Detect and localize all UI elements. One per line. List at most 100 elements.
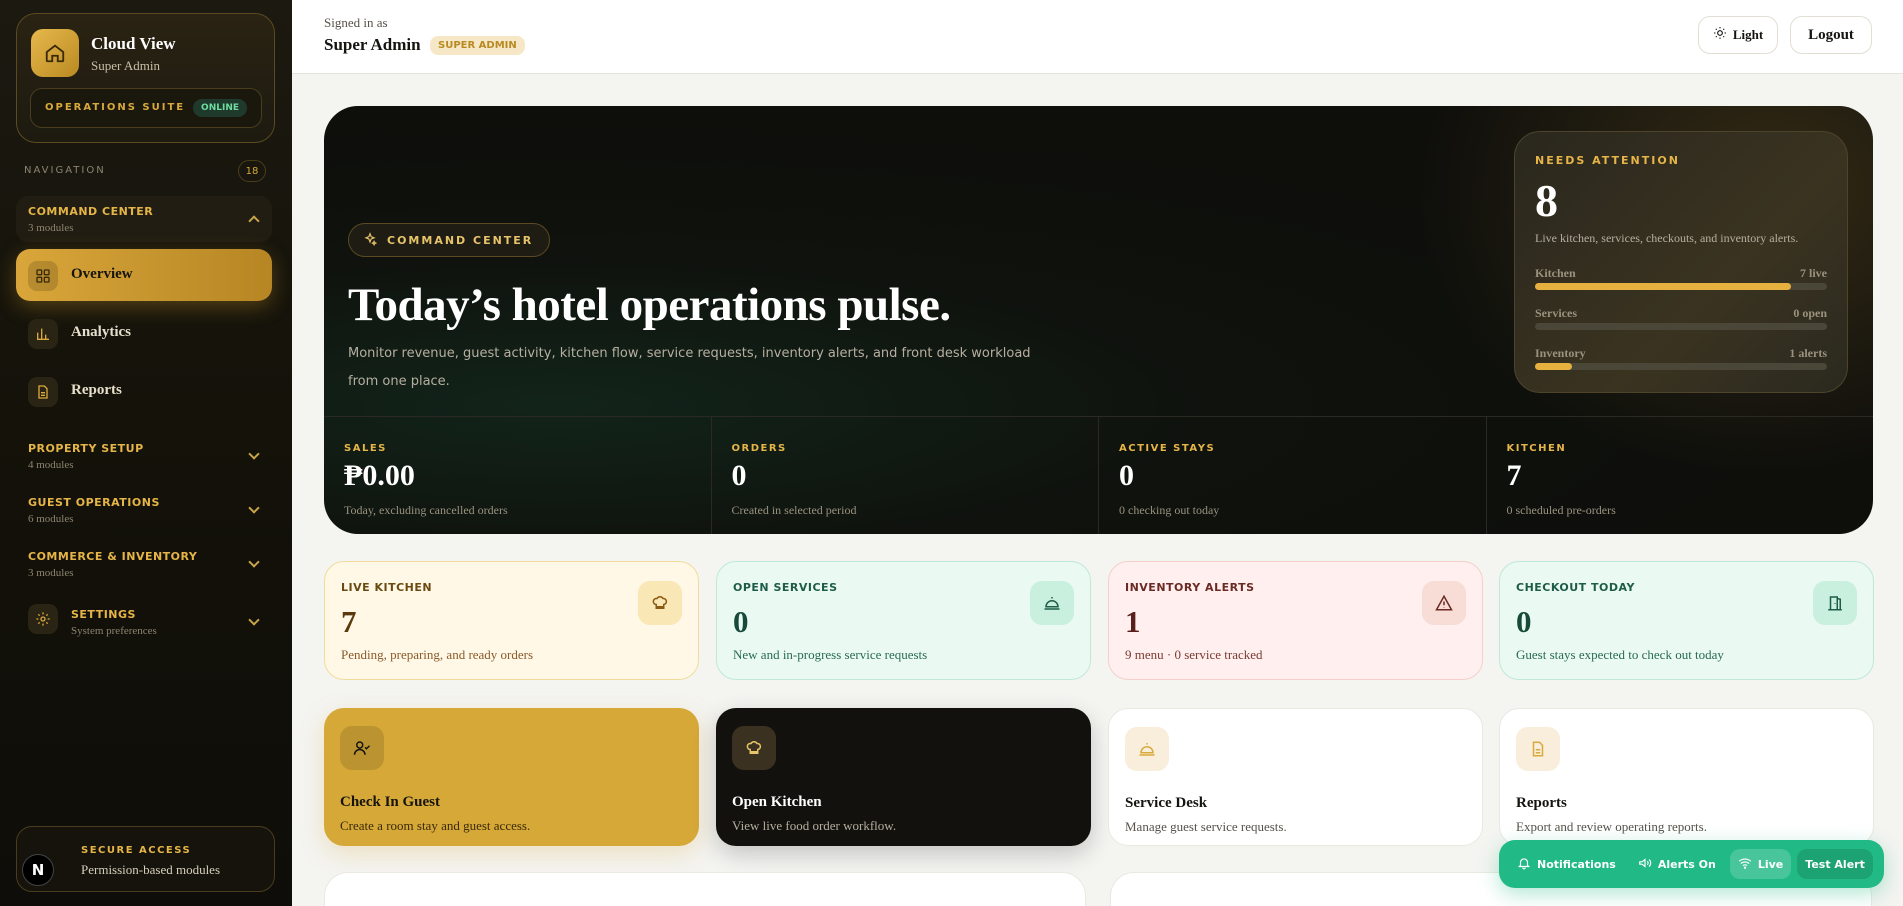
status-badge: ONLINE xyxy=(193,99,247,117)
stat-subtitle: 0 scheduled pre-orders xyxy=(1506,503,1616,517)
pill-label: COMMAND CENTER xyxy=(387,233,534,247)
service-bell-icon xyxy=(1030,581,1074,625)
nav-group-title: GUEST OPERATIONS xyxy=(28,496,160,509)
needs-attention-card: NEEDS ATTENTION 8 Live kitchen, services… xyxy=(1514,131,1848,393)
metric-card-open-services[interactable]: OPEN SERVICES 0 New and in-progress serv… xyxy=(716,561,1091,680)
live-label: Live xyxy=(1757,857,1784,871)
sidebar-item-overview[interactable]: Overview xyxy=(16,249,272,301)
metric-subtitle: New and in-progress service requests xyxy=(733,647,928,662)
stat-label: KITCHEN xyxy=(1506,443,1567,454)
sparkle-icon xyxy=(363,231,378,249)
nav-group-title: PROPERTY SETUP xyxy=(28,442,144,455)
stat-kitchen: KITCHEN 7 0 scheduled pre-orders xyxy=(1487,417,1874,534)
secure-access-title: SECURE ACCESS xyxy=(81,845,192,856)
brand-card: Cloud View Super Admin OPERATIONS SUITE … xyxy=(16,13,275,143)
chef-hat-icon xyxy=(638,581,682,625)
nav-group-title: COMMERCE & INVENTORY xyxy=(28,550,198,563)
action-check-in-guest[interactable]: Check In Guest Create a room stay and gu… xyxy=(324,708,699,846)
metric-card-live-kitchen[interactable]: LIVE KITCHEN 7 Pending, preparing, and r… xyxy=(324,561,699,680)
stat-label: SALES xyxy=(344,443,387,454)
n-badge[interactable]: N xyxy=(22,854,54,886)
nav-group-command-center[interactable]: COMMAND CENTER 3 modules xyxy=(16,196,272,242)
stat-active-stays: ACTIVE STAYS 0 0 checking out today xyxy=(1099,417,1487,534)
grid-icon xyxy=(28,261,58,291)
nav-group-title: SETTINGS xyxy=(71,608,136,621)
metric-value: 1 xyxy=(1125,604,1141,639)
metric-value: 0 xyxy=(733,604,749,639)
signed-in-label: Signed in as xyxy=(324,15,388,30)
brand-title: Cloud View xyxy=(91,34,176,53)
nav-group-guest-operations[interactable]: GUEST OPERATIONS 6 modules xyxy=(16,492,272,532)
metric-card-checkout-today[interactable]: CHECKOUT TODAY 0 Guest stays expected to… xyxy=(1499,561,1874,680)
sidebar-item-analytics[interactable]: Analytics xyxy=(16,307,272,359)
action-title: Check In Guest xyxy=(340,794,441,810)
bar-name: Kitchen xyxy=(1535,266,1576,280)
bar-value: 0 open xyxy=(1793,306,1827,320)
nav-group-settings[interactable]: SETTINGS System preferences xyxy=(16,604,272,644)
theme-label: Light xyxy=(1732,27,1764,42)
metric-label: INVENTORY ALERTS xyxy=(1125,581,1255,594)
warning-icon xyxy=(1422,581,1466,625)
sidebar-item-label: Overview xyxy=(71,266,133,282)
role-badge: SUPER ADMIN xyxy=(430,36,525,55)
nav-heading: NAVIGATION xyxy=(24,165,106,176)
stats-row: SALES ₱0.00 Today, excluding cancelled o… xyxy=(324,416,1873,534)
stat-value: 7 xyxy=(1506,459,1522,492)
action-subtitle: Create a room stay and guest access. xyxy=(340,818,531,833)
metric-value: 0 xyxy=(1516,604,1532,639)
nav-group-property-setup[interactable]: PROPERTY SETUP 4 modules xyxy=(16,438,272,478)
action-subtitle: Manage guest service requests. xyxy=(1125,819,1287,834)
stat-value: ₱0.00 xyxy=(344,459,415,492)
stat-label: ACTIVE STAYS xyxy=(1119,443,1216,454)
attention-count: 8 xyxy=(1535,175,1558,226)
bar-fill xyxy=(1535,283,1791,290)
test-alert-button[interactable]: Test Alert xyxy=(1797,849,1873,879)
gear-icon xyxy=(28,604,58,634)
secure-access-card: SECURE ACCESS Permission-based modules xyxy=(16,826,275,892)
document-icon xyxy=(28,377,58,407)
suite-label: OPERATIONS SUITE xyxy=(45,102,186,113)
bell-icon xyxy=(1517,856,1531,873)
metric-label: CHECKOUT TODAY xyxy=(1516,581,1635,594)
sidebar-item-label: Reports xyxy=(71,382,122,398)
live-status-button[interactable]: Live xyxy=(1729,849,1792,879)
service-bell-icon xyxy=(1125,727,1169,771)
metric-value: 7 xyxy=(341,604,357,639)
metric-label: LIVE KITCHEN xyxy=(341,581,433,594)
action-subtitle: Export and review operating reports. xyxy=(1516,819,1707,834)
nav-group-title: COMMAND CENTER xyxy=(28,205,154,218)
chevron-down-icon xyxy=(248,502,260,514)
chevron-down-icon xyxy=(248,556,260,568)
attention-description: Live kitchen, services, checkouts, and i… xyxy=(1535,231,1799,245)
bar-name: Services xyxy=(1535,306,1577,320)
notification-toolbar: Notifications Alerts On Live Test Alert xyxy=(1499,840,1884,888)
stat-value: 0 xyxy=(731,459,747,492)
action-service-desk[interactable]: Service Desk Manage guest service reques… xyxy=(1108,708,1483,846)
stat-subtitle: Created in selected period xyxy=(731,503,857,517)
bar-chart-icon xyxy=(28,319,58,349)
action-reports[interactable]: Reports Export and review operating repo… xyxy=(1499,708,1874,846)
brand-subtitle: Super Admin xyxy=(91,58,160,73)
notifications-label: Notifications xyxy=(1537,857,1616,871)
action-open-kitchen[interactable]: Open Kitchen View live food order workfl… xyxy=(716,708,1091,846)
wifi-icon xyxy=(1738,856,1752,873)
bar-track xyxy=(1535,363,1827,370)
chevron-up-icon xyxy=(248,215,260,227)
nav-group-subtitle: System preferences xyxy=(71,625,157,637)
logout-button[interactable]: Logout xyxy=(1790,16,1872,54)
metric-card-inventory-alerts[interactable]: INVENTORY ALERTS 1 9 menu · 0 service tr… xyxy=(1108,561,1483,680)
nav-group-subtitle: 3 modules xyxy=(28,567,74,579)
sidebar-item-label: Analytics xyxy=(71,324,131,340)
sidebar-item-reports[interactable]: Reports xyxy=(16,365,272,417)
home-icon xyxy=(31,29,79,77)
theme-toggle-button[interactable]: Light xyxy=(1698,16,1778,54)
chef-hat-icon xyxy=(732,726,776,770)
metric-subtitle: Pending, preparing, and ready orders xyxy=(341,647,534,662)
alerts-toggle-button[interactable]: Alerts On xyxy=(1630,849,1724,879)
door-icon xyxy=(1813,581,1857,625)
nav-group-commerce-inventory[interactable]: COMMERCE & INVENTORY 3 modules xyxy=(16,546,272,586)
action-title: Open Kitchen xyxy=(732,794,822,810)
action-title: Service Desk xyxy=(1125,795,1208,811)
notifications-button[interactable]: Notifications xyxy=(1509,849,1624,879)
stat-value: 0 xyxy=(1119,459,1134,492)
